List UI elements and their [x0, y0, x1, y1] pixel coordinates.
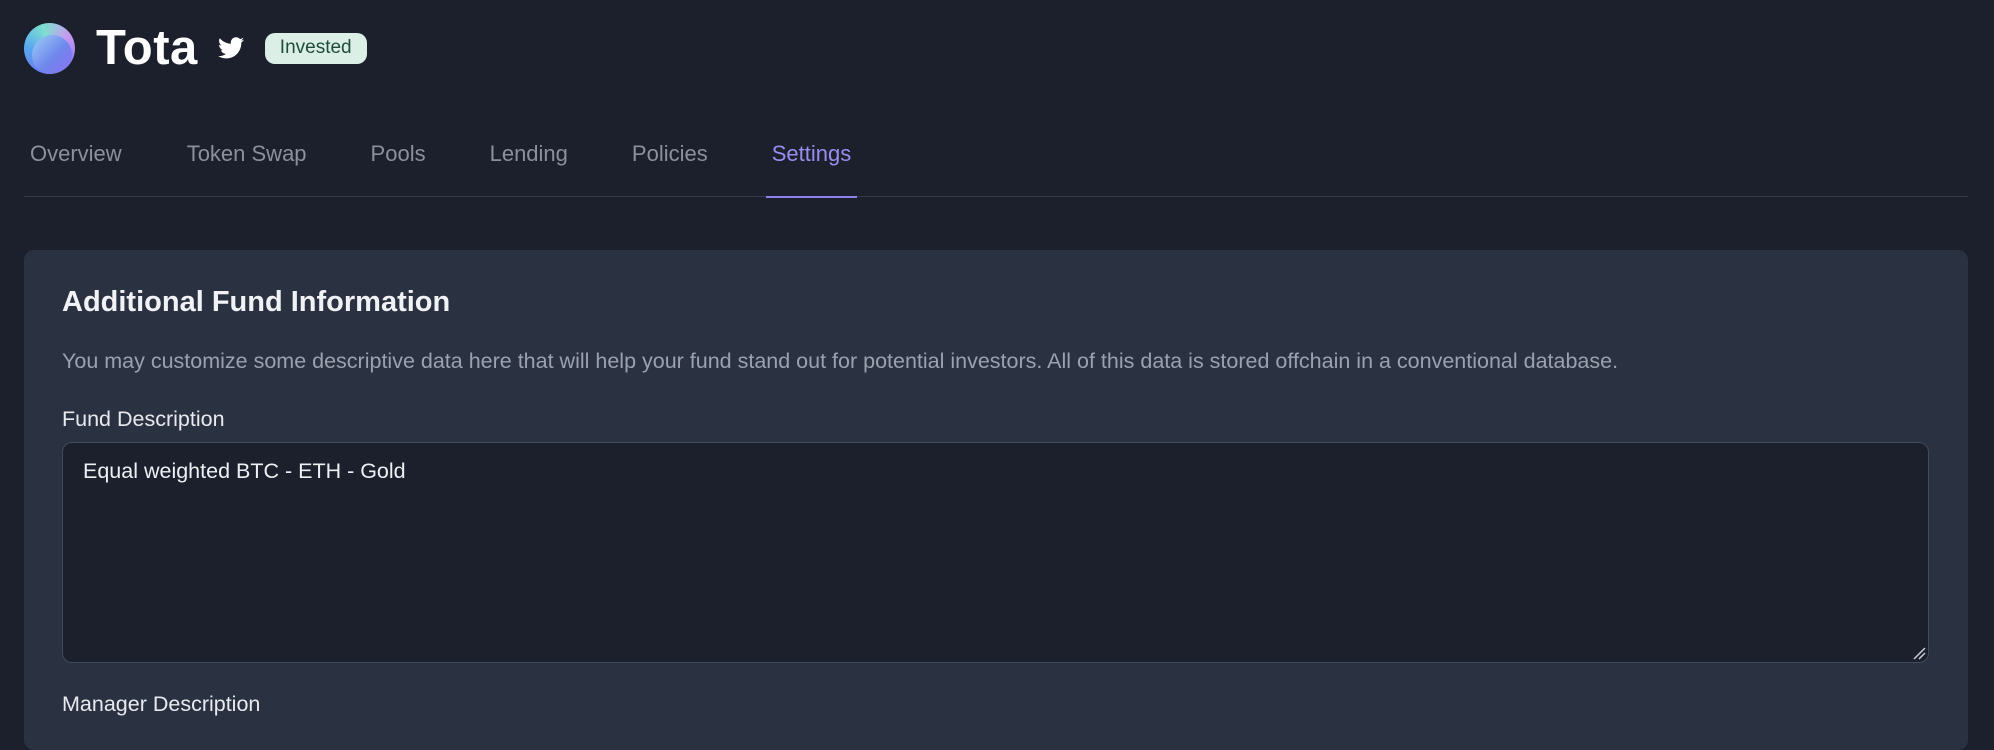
fund-description-value: Equal weighted BTC - ETH - Gold: [83, 459, 406, 483]
section-description: You may customize some descriptive data …: [62, 349, 1619, 373]
tab-overview[interactable]: Overview: [30, 122, 122, 197]
fund-title: Tota: [96, 21, 198, 75]
tab-label: Settings: [771, 141, 852, 166]
fund-header: Tota Invested: [24, 20, 367, 76]
fund-logo-icon: [24, 22, 75, 74]
tab-pools[interactable]: Pools: [371, 122, 426, 197]
tab-label: Token Swap: [186, 141, 307, 166]
tab-settings[interactable]: Settings: [765, 122, 857, 198]
tab-label: Pools: [370, 141, 426, 166]
tab-policies[interactable]: Policies: [632, 122, 708, 197]
status-badge: Invested: [264, 32, 367, 64]
tab-token-swap[interactable]: Token Swap: [187, 122, 307, 197]
twitter-icon[interactable]: [217, 37, 244, 59]
resize-handle-icon[interactable]: [1912, 646, 1926, 660]
tab-label: Policies: [631, 141, 708, 166]
additional-info-card: Additional Fund Information You may cust…: [24, 250, 1968, 750]
tab-bar: Overview Token Swap Pools Lending Polici…: [24, 122, 1968, 198]
tab-lending[interactable]: Lending: [490, 122, 568, 197]
manager-description-label: Manager Description: [62, 692, 261, 716]
tab-label: Lending: [489, 141, 568, 166]
tab-label: Overview: [30, 141, 122, 166]
fund-description-field[interactable]: Equal weighted BTC - ETH - Gold: [62, 442, 1929, 663]
section-title: Additional Fund Information: [62, 286, 451, 318]
fund-description-label: Fund Description: [62, 407, 225, 431]
